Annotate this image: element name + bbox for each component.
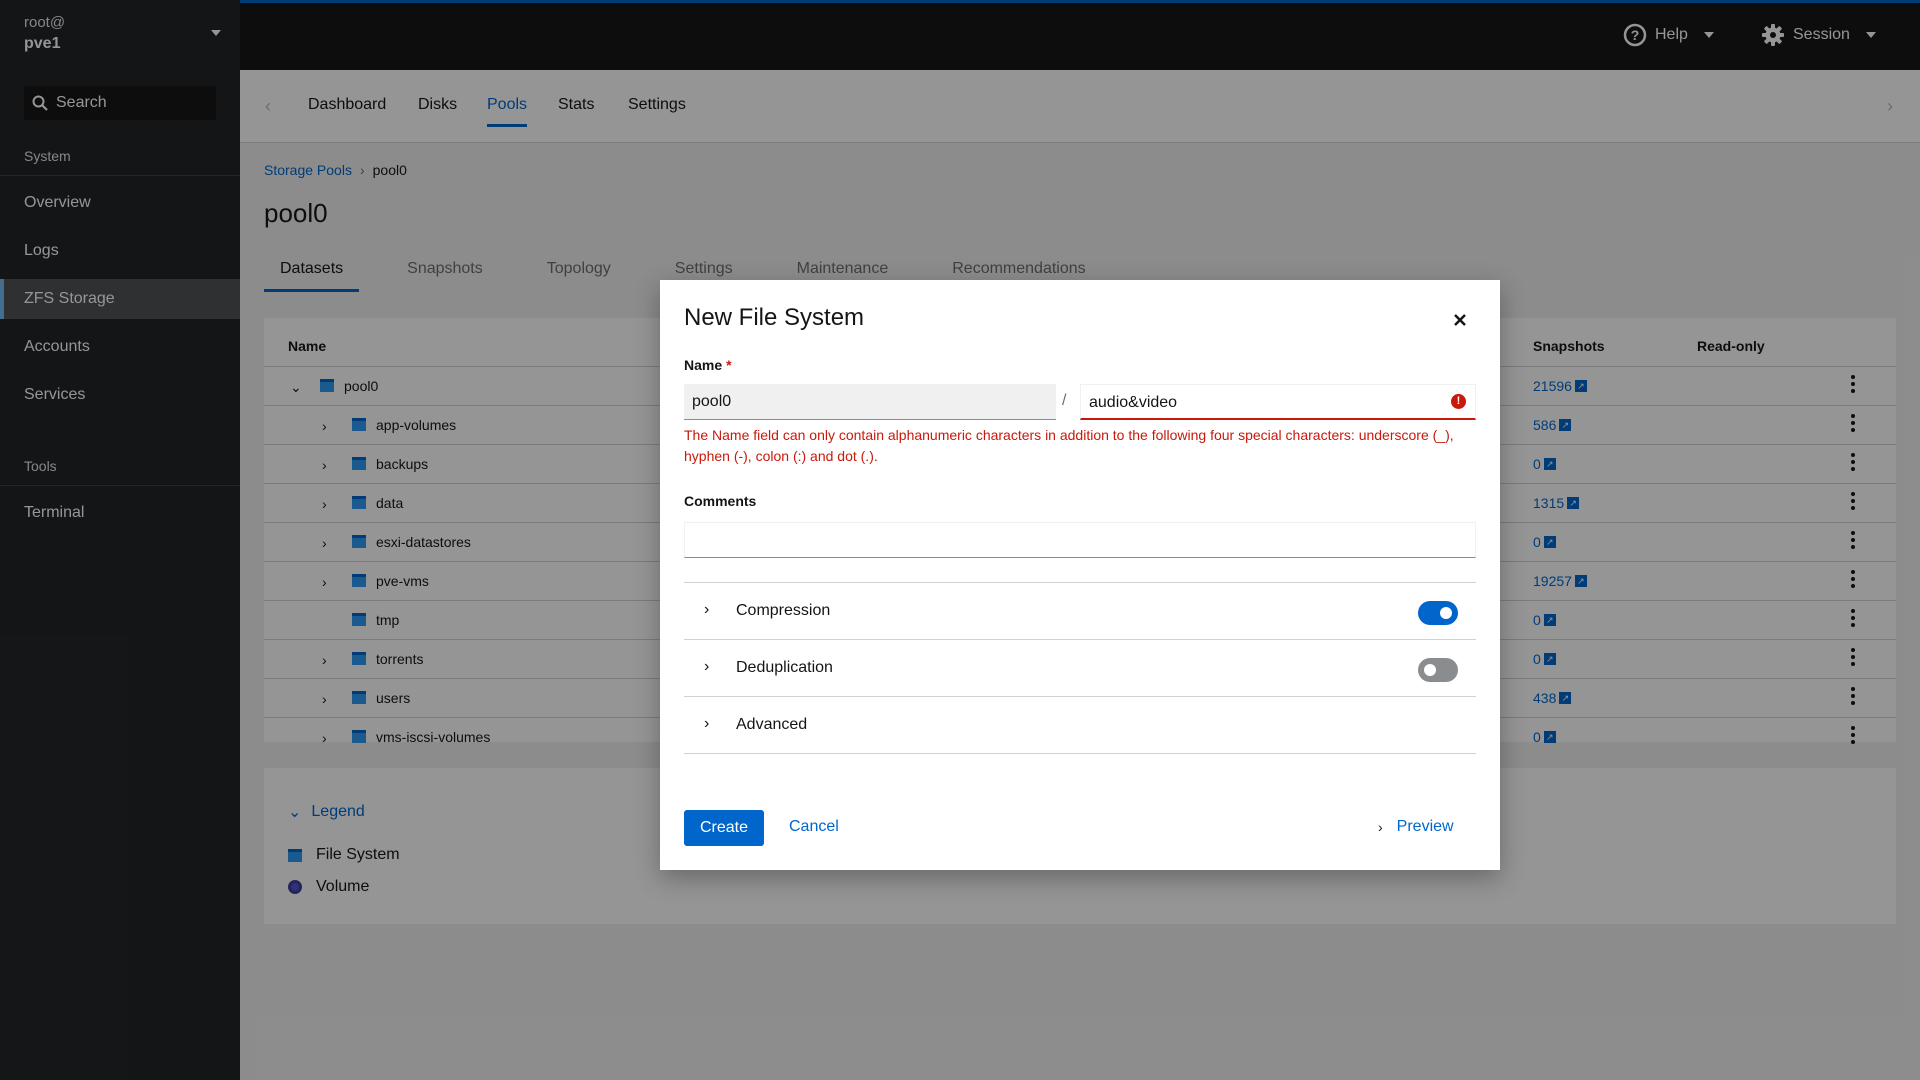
chevron-right-icon[interactable]: › <box>704 601 709 619</box>
compression-toggle[interactable] <box>1418 601 1458 625</box>
compression-section[interactable]: › Compression <box>684 583 1476 639</box>
name-error-message: The Name field can only contain alphanum… <box>684 427 1454 464</box>
error-icon: ! <box>1451 394 1466 409</box>
divider <box>684 753 1476 754</box>
parent-pool-field: pool0 <box>684 384 1056 420</box>
filesystem-name-input[interactable]: audio&video <box>1080 384 1476 420</box>
name-field-label: Name * <box>684 357 732 373</box>
create-button[interactable]: Create <box>684 810 764 846</box>
preview-label: Preview <box>1396 818 1454 835</box>
preview-toggle[interactable]: › Preview <box>1378 818 1454 836</box>
deduplication-toggle[interactable] <box>1418 658 1458 682</box>
deduplication-section[interactable]: › Deduplication <box>684 640 1476 696</box>
advanced-section[interactable]: › Advanced <box>684 697 1476 753</box>
required-marker: * <box>726 357 732 373</box>
path-separator: / <box>1062 392 1067 409</box>
chevron-right-icon[interactable]: › <box>704 658 709 676</box>
new-filesystem-modal: New File System Name * pool0 / audio&vide… <box>660 280 1500 870</box>
deduplication-label: Deduplication <box>736 659 833 676</box>
advanced-label: Advanced <box>736 716 808 733</box>
name-label-text: Name <box>684 357 723 373</box>
close-icon[interactable] <box>1452 312 1468 328</box>
comments-input[interactable] <box>684 522 1476 558</box>
cancel-button[interactable]: Cancel <box>789 818 839 836</box>
modal-title: New File System <box>684 304 865 331</box>
chevron-right-icon: › <box>1378 819 1383 835</box>
chevron-right-icon[interactable]: › <box>704 715 709 733</box>
comments-field-label: Comments <box>684 493 757 509</box>
compression-label: Compression <box>736 602 831 619</box>
